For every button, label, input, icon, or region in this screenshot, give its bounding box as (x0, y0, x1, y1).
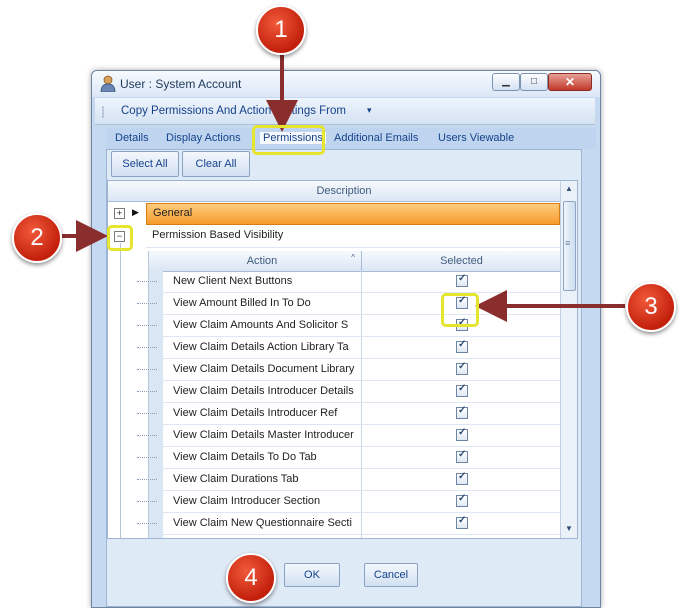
permissions-tab-highlight (252, 125, 325, 155)
annotation-arrows (62, 54, 625, 322)
checkbox-highlight (441, 293, 479, 327)
callout-4: 4 (226, 553, 276, 603)
callout-1: 1 (256, 5, 306, 55)
collapse-highlight (107, 225, 133, 251)
callout-2: 2 (12, 213, 62, 263)
callout-3: 3 (626, 282, 676, 332)
